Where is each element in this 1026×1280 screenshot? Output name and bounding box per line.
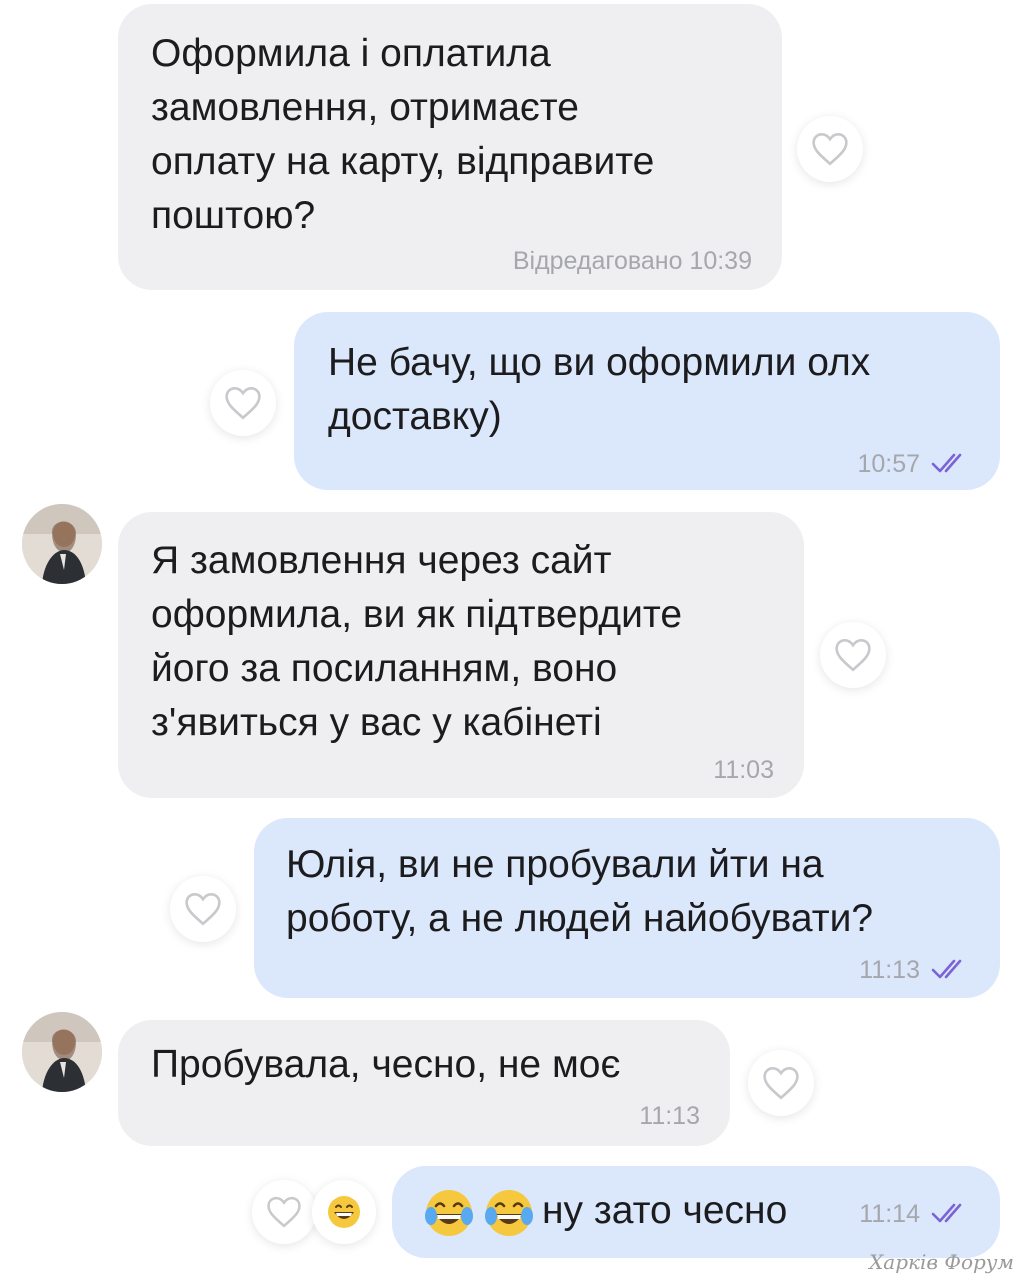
heart-outline-icon xyxy=(812,132,848,166)
message-text: Пробувала, чесно, не моє xyxy=(151,1043,621,1086)
message-bubble-outgoing[interactable]: Не бачу, що ви оформили олх доставку) 10… xyxy=(294,312,1000,490)
double-check-icon xyxy=(931,453,962,473)
heart-outline-icon xyxy=(225,386,261,420)
message-bubble-incoming[interactable]: Я замовлення через сайт оформила, ви як … xyxy=(118,512,804,798)
message-time: 11:03 xyxy=(713,756,774,784)
message-bubble-outgoing[interactable]: Юлія, ви не пробували йти на роботу, а н… xyxy=(254,818,1000,998)
like-button[interactable] xyxy=(748,1050,814,1116)
heart-outline-icon xyxy=(267,1196,301,1228)
tears-of-joy-emoji-icon xyxy=(425,1190,473,1236)
message-bubble-incoming[interactable]: Оформила і оплатила замовлення, отримаєт… xyxy=(118,4,782,290)
like-button[interactable] xyxy=(797,116,863,182)
avatar[interactable] xyxy=(22,504,102,584)
reaction-badge[interactable] xyxy=(312,1180,376,1244)
message-text: Юлія, ви не пробували йти на роботу, а н… xyxy=(286,843,874,940)
like-button[interactable] xyxy=(252,1180,316,1244)
grinning-face-icon xyxy=(328,1196,360,1228)
like-button[interactable] xyxy=(210,370,276,436)
message-time: 11:14 xyxy=(859,1200,920,1228)
tears-of-joy-emoji-icon xyxy=(485,1190,533,1236)
double-check-icon xyxy=(931,1203,962,1223)
heart-outline-icon xyxy=(835,638,871,672)
message-time: 11:13 xyxy=(639,1102,700,1130)
double-check-icon xyxy=(931,959,962,979)
message-text: Оформила і оплатила замовлення, отримаєт… xyxy=(151,32,655,237)
message-text: ну зато чесно xyxy=(542,1189,788,1232)
message-time: 11:13 xyxy=(859,956,920,984)
message-text: Не бачу, що ви оформили олх доставку) xyxy=(328,341,871,438)
avatar-photo xyxy=(22,504,102,584)
heart-outline-icon xyxy=(185,892,221,926)
avatar[interactable] xyxy=(22,1012,102,1092)
avatar-photo xyxy=(22,1012,102,1092)
message-text: Я замовлення через сайт оформила, ви як … xyxy=(151,539,683,744)
heart-outline-icon xyxy=(763,1066,799,1100)
message-time: 10:57 xyxy=(857,450,920,478)
message-bubble-incoming[interactable]: Пробувала, чесно, не моє 11:13 xyxy=(118,1020,730,1146)
watermark: Харків Форум xyxy=(869,1250,1014,1274)
message-bubble-outgoing[interactable]: ну зато чесно 11:14 xyxy=(392,1166,1000,1258)
like-button[interactable] xyxy=(820,622,886,688)
like-button[interactable] xyxy=(170,876,236,942)
message-time: Відредаговано 10:39 xyxy=(512,247,752,275)
